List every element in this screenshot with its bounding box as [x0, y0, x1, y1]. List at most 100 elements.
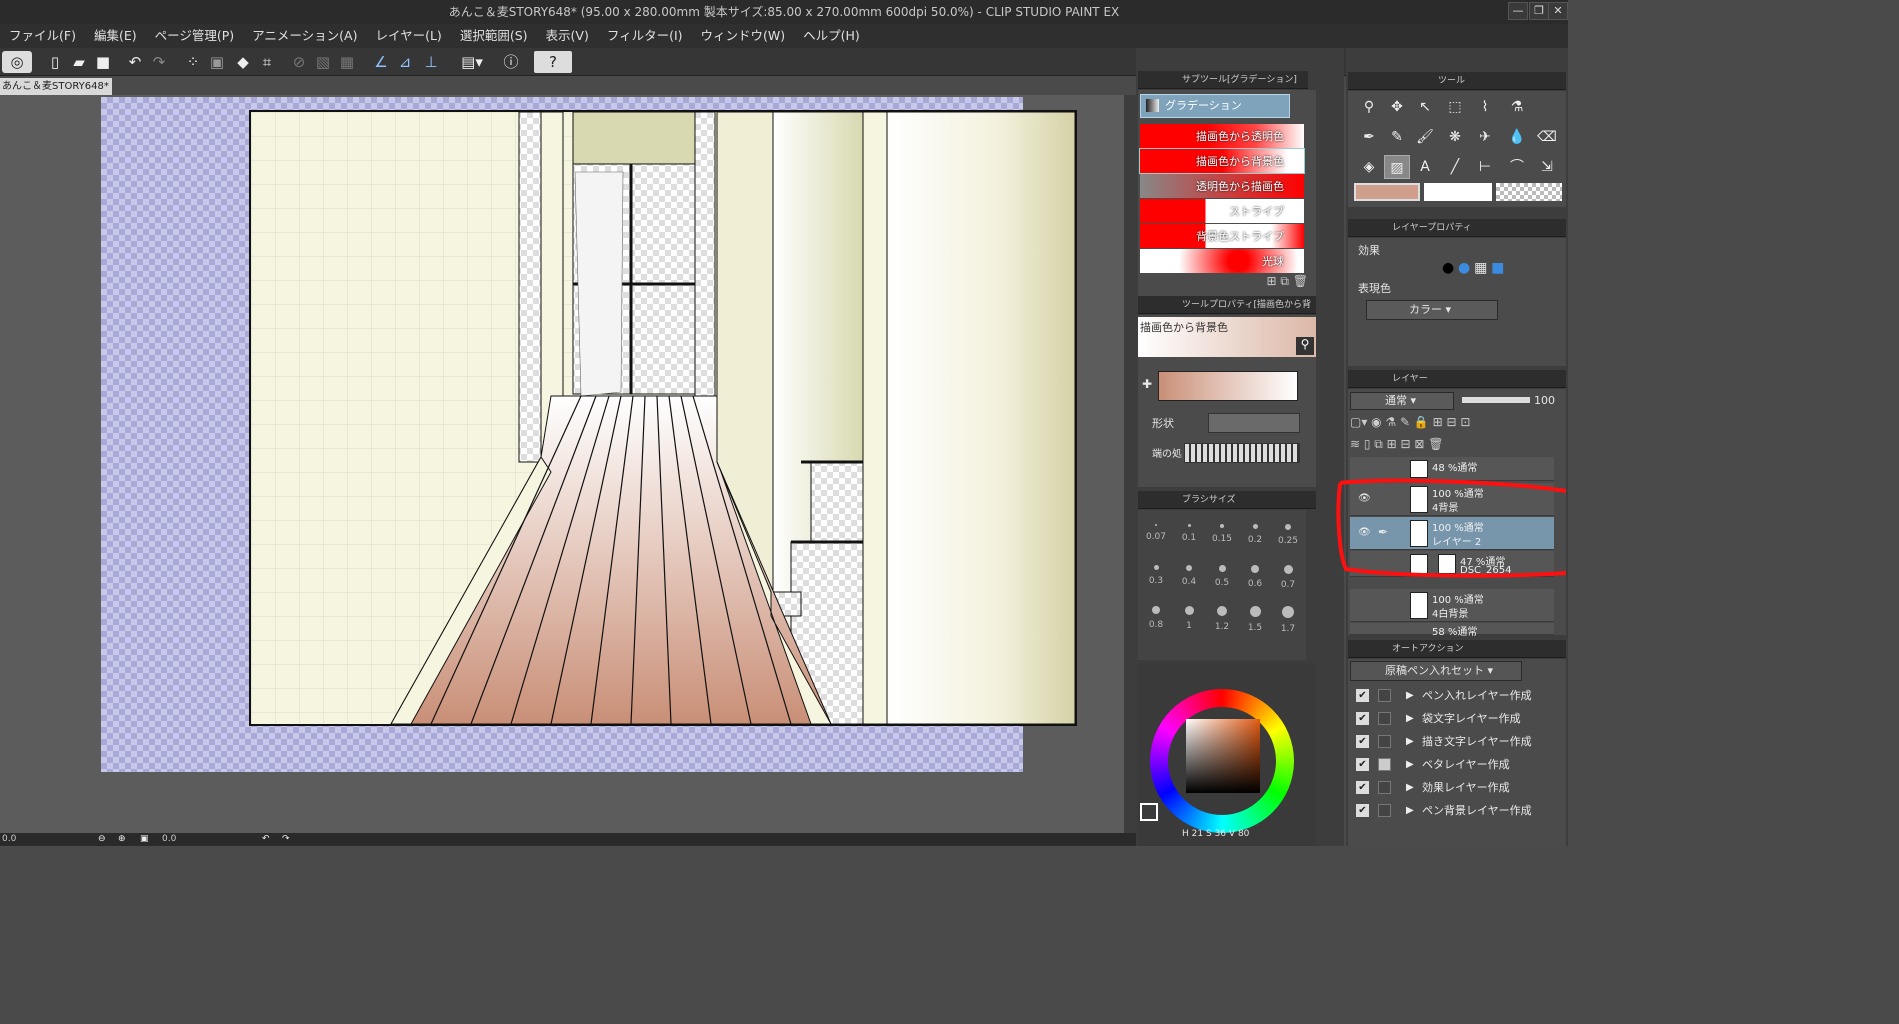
brush-size-preset[interactable]: 1.5 — [1239, 598, 1271, 633]
subtool-item[interactable]: 光球 — [1140, 249, 1304, 273]
print-icon[interactable]: ▤▾ — [454, 51, 490, 73]
autoaction-set-dropdown[interactable]: 原稿ペン入れセット ▾ — [1350, 661, 1522, 681]
save-icon[interactable]: ■ — [92, 51, 114, 73]
subtool-item[interactable]: 背景色ストライプ — [1140, 224, 1304, 248]
gradient-editor-bar[interactable] — [1158, 371, 1298, 401]
rotate-left-icon[interactable]: ↶ — [262, 833, 270, 846]
pen-icon[interactable]: ✒ — [1356, 125, 1382, 149]
menu-file[interactable]: ファイル(F) — [0, 24, 85, 48]
open-folder-icon[interactable]: ▰ — [68, 51, 90, 73]
brush-size-preset[interactable]: 0.15 — [1206, 516, 1238, 544]
layer-row[interactable]: 58 %通常 — [1350, 623, 1554, 638]
autoaction-item[interactable]: ✔ ▶ 袋文字レイヤー作成 — [1350, 708, 1556, 730]
blend-icon[interactable]: 💧 — [1504, 125, 1530, 149]
airbrush-icon[interactable]: ✈ — [1472, 125, 1498, 149]
fill-icon[interactable]: ◆ — [232, 51, 254, 73]
eraser-icon[interactable]: ⌫ — [1534, 125, 1560, 149]
decoration-icon[interactable]: ❋ — [1442, 125, 1468, 149]
menu-edit[interactable]: 編集(E) — [85, 24, 146, 48]
subtool-item[interactable]: 透明色から描画色 — [1140, 174, 1304, 198]
menu-page[interactable]: ページ管理(P) — [146, 24, 244, 48]
layer-toolbar-2[interactable]: ≋ ▯ ⧉ ⊞ ⊟ ⊠ 🗑 — [1350, 437, 1560, 455]
autoaction-item[interactable]: ✔ ▶ 効果レイヤー作成 — [1350, 777, 1556, 799]
blend-mode-dropdown[interactable]: 通常 ▾ — [1350, 392, 1454, 410]
pencil-icon[interactable]: ✎ — [1384, 125, 1410, 149]
brush-size-preset[interactable]: 0.25 — [1272, 516, 1304, 546]
menu-layer[interactable]: レイヤー(L) — [366, 24, 450, 48]
shape-selector[interactable] — [1208, 413, 1300, 433]
expression-color-dropdown[interactable]: カラー ▾ — [1366, 300, 1498, 320]
snap-special-ruler-icon[interactable]: ⊿ — [394, 51, 416, 73]
brush-size-preset[interactable]: 1.2 — [1206, 598, 1238, 632]
toolprop-preset[interactable]: 描画色から背景色 ⚲ — [1138, 317, 1316, 357]
autoaction-item[interactable]: ✔ ▶ ペン背景レイヤー作成 — [1350, 800, 1556, 822]
menu-animation[interactable]: アニメーション(A) — [243, 24, 366, 48]
menu-view[interactable]: 表示(V) — [537, 24, 598, 48]
show-selection-icon[interactable]: ▦ — [336, 51, 358, 73]
brush-size-preset[interactable]: 0.4 — [1173, 557, 1205, 587]
brush-size-preset[interactable]: 0.7 — [1272, 557, 1304, 590]
document-tab[interactable]: あんこ＆麦STORY648* ● — [0, 78, 112, 95]
undo-icon[interactable]: ↶ — [124, 51, 146, 73]
clear-outside-icon[interactable]: ▣ — [206, 51, 228, 73]
opacity-value[interactable]: 100 — [1534, 394, 1555, 407]
zoom-in-icon[interactable]: ⊕ — [118, 833, 126, 846]
subtool-item-selected[interactable]: 描画色から背景色 — [1139, 148, 1305, 174]
sub-color-chip[interactable] — [1424, 183, 1492, 201]
text-icon[interactable]: A — [1412, 155, 1438, 179]
clear-icon[interactable]: ⁘ — [182, 51, 204, 73]
info-icon[interactable]: ⓘ — [500, 51, 522, 73]
canvas-area[interactable] — [0, 95, 1124, 833]
saturation-value-square[interactable] — [1186, 719, 1260, 793]
eyedropper-icon[interactable]: ⚗ — [1504, 95, 1530, 119]
zoom-icon[interactable]: ⚲ — [1356, 95, 1382, 119]
move-icon[interactable]: ✥ — [1384, 95, 1410, 119]
frame-icon[interactable]: ⊢ — [1472, 155, 1498, 179]
autoaction-item[interactable]: ✔ ▶ ペン入れレイヤー作成 — [1350, 685, 1556, 707]
effect-icons[interactable]: ● ● ▦ ■ — [1442, 260, 1548, 280]
main-color-swatch[interactable] — [1140, 803, 1158, 821]
layer-toolbar-1[interactable]: ▢▾ ◉ ⚗ ✎ 🔒 ⊞ ⊟ ⊡ — [1350, 415, 1560, 433]
fit-icon[interactable]: ▣ — [140, 833, 149, 846]
snap-ruler-icon[interactable]: ∠ — [370, 51, 392, 73]
figure-icon[interactable]: ╱ — [1442, 155, 1468, 179]
menu-window[interactable]: ウィンドウ(W) — [692, 24, 795, 48]
autoaction-item[interactable]: ✔ ▶ ベタレイヤー作成 — [1350, 754, 1556, 776]
canvas-scrollbar[interactable] — [1124, 95, 1136, 833]
zoom-out-icon[interactable]: ⊖ — [98, 833, 106, 846]
rotate-right-icon[interactable]: ↷ — [282, 833, 290, 846]
subtool-item[interactable]: ストライプ — [1140, 199, 1304, 223]
main-color-chip[interactable] — [1354, 183, 1420, 201]
autoaction-item[interactable]: ✔ ▶ 描き文字レイヤー作成 — [1350, 731, 1556, 753]
deselect-icon[interactable]: ⊘ — [288, 51, 310, 73]
selection-icon[interactable]: ⬚ — [1442, 95, 1468, 119]
brush-size-preset[interactable]: 1 — [1173, 598, 1205, 631]
help-icon[interactable]: ? — [534, 51, 572, 73]
brush-size-preset[interactable]: 0.07 — [1140, 516, 1172, 542]
canvas-paper[interactable] — [101, 97, 1077, 772]
new-file-icon[interactable]: ▯ — [44, 51, 66, 73]
menu-selection[interactable]: 選択範囲(S) — [451, 24, 537, 48]
brush-icon[interactable]: 🖌 — [1412, 125, 1438, 149]
minimize-icon[interactable]: — — [1508, 2, 1528, 20]
transform-icon[interactable]: ⌗ — [256, 51, 278, 73]
subtool-group-tab[interactable]: グラデーション — [1140, 94, 1290, 118]
add-icon[interactable]: ✚ — [1142, 377, 1152, 391]
snap-grid-icon[interactable]: ⊥ — [420, 51, 442, 73]
brush-size-preset[interactable]: 0.3 — [1140, 557, 1172, 586]
layer-row[interactable]: 100 %通常 4白背景 — [1350, 589, 1554, 622]
transparent-color-chip[interactable] — [1496, 183, 1562, 201]
brush-size-preset[interactable]: 0.2 — [1239, 516, 1271, 545]
ruler-icon[interactable]: ⌒ — [1504, 155, 1530, 179]
clip-studio-icon[interactable]: ◎ — [2, 51, 32, 73]
menu-help[interactable]: ヘルプ(H) — [794, 24, 869, 48]
correct-line-icon[interactable]: ⇲ — [1534, 155, 1560, 179]
maximize-icon[interactable]: ❐ — [1529, 2, 1549, 20]
subtool-footer-icons[interactable]: ⊞ ⧉ 🗑 — [1140, 274, 1309, 294]
operation-icon[interactable]: ↖ — [1412, 95, 1438, 119]
lasso-icon[interactable]: ⌇ — [1472, 95, 1498, 119]
subtool-item[interactable]: 描画色から透明色 — [1140, 124, 1304, 148]
close-icon[interactable]: ✕ — [1548, 2, 1568, 20]
invert-selection-icon[interactable]: ▧ — [312, 51, 334, 73]
brush-size-preset[interactable]: 0.1 — [1173, 516, 1205, 543]
